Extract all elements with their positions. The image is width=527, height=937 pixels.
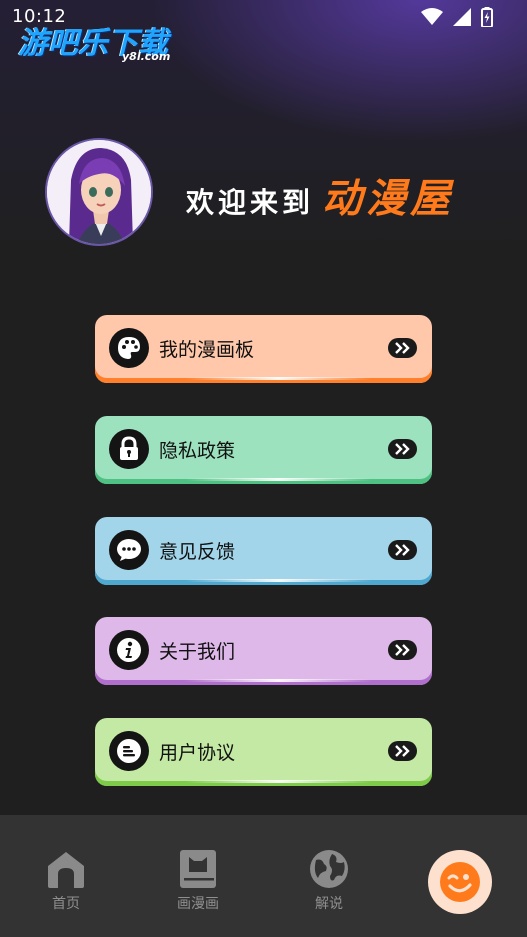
double-chevron-right-icon: [388, 540, 417, 560]
watermark: 游吧乐下载 y8l.com: [18, 18, 171, 63]
globe-icon: [307, 847, 351, 891]
wink-face-icon: [440, 862, 480, 902]
avatar-girl-icon: [47, 140, 151, 244]
nav-item-commentary[interactable]: 解说: [284, 847, 374, 913]
shine-highlight: [185, 780, 372, 783]
menu-label-feedback: 意见反馈: [159, 541, 236, 563]
avatar[interactable]: [45, 138, 153, 246]
wifi-icon: [421, 8, 443, 25]
sketchbook-icon: [176, 847, 220, 891]
home-icon: [44, 847, 88, 891]
document-lines-icon: [109, 731, 149, 771]
shine-highlight: [185, 579, 372, 582]
menu-item-feedback[interactable]: 意见反馈: [95, 517, 432, 585]
nav-label-draw-comic: 画漫画: [177, 896, 219, 912]
menu-item-user-agreement[interactable]: 用户协议: [95, 718, 432, 786]
info-icon: [109, 630, 149, 670]
status-icons: [421, 7, 493, 27]
palette-icon: [109, 328, 149, 368]
nav-label-commentary: 解说: [315, 896, 343, 912]
nav-item-draw-comic[interactable]: 画漫画: [153, 847, 243, 913]
menu-label-about-us: 关于我们: [159, 641, 236, 663]
lock-icon: [109, 429, 149, 469]
welcome-banner: 欢迎来到 动漫屋: [186, 166, 454, 224]
watermark-url: y8l.com: [122, 50, 171, 63]
shine-highlight: [185, 377, 372, 380]
battery-icon: [481, 7, 493, 27]
nav-item-home[interactable]: 首页: [21, 847, 111, 913]
app-name: 动漫屋: [322, 176, 455, 222]
shine-highlight: [185, 679, 372, 682]
double-chevron-right-icon: [388, 338, 417, 358]
menu-label-comic-board: 我的漫画板: [159, 339, 255, 361]
double-chevron-right-icon: [388, 439, 417, 459]
nav-item-profile[interactable]: [428, 850, 492, 914]
shine-highlight: [185, 478, 372, 481]
double-chevron-right-icon: [388, 640, 417, 660]
menu-label-privacy-policy: 隐私政策: [159, 440, 236, 462]
menu-label-user-agreement: 用户协议: [159, 742, 236, 764]
menu-item-about-us[interactable]: 关于我们: [95, 617, 432, 685]
nav-label-home: 首页: [52, 896, 80, 912]
welcome-prefix: 欢迎来到: [186, 186, 315, 219]
menu-item-privacy-policy[interactable]: 隐私政策: [95, 416, 432, 484]
signal-icon: [453, 8, 471, 26]
chat-dots-icon: [109, 530, 149, 570]
double-chevron-right-icon: [388, 741, 417, 761]
menu-item-comic-board[interactable]: 我的漫画板: [95, 315, 432, 383]
